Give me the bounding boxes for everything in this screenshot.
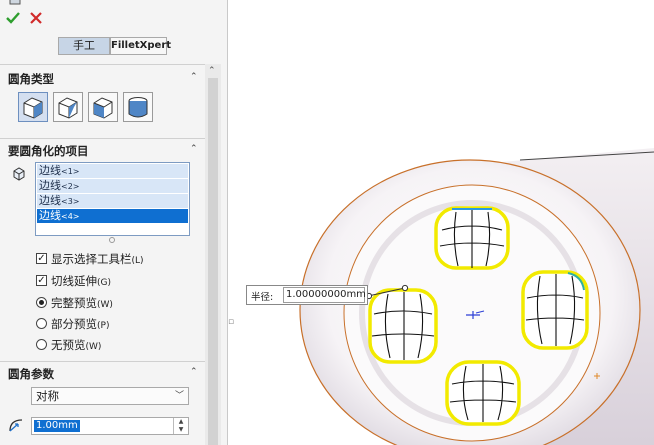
fillet-feature-icon xyxy=(9,0,21,5)
tangent-propagation-checkbox[interactable]: ✓ xyxy=(36,275,47,286)
constant-size-fillet-button[interactable] xyxy=(18,92,48,122)
divider xyxy=(0,361,205,362)
collapse-items-icon[interactable]: ⌃ xyxy=(190,144,198,154)
scrollbar-thumb[interactable] xyxy=(208,78,218,445)
radius-input[interactable]: 1.00mm ▲ ▼ xyxy=(31,417,189,435)
fillet-method-value: 对称 xyxy=(36,389,59,403)
full-round-fillet-button[interactable] xyxy=(123,92,153,122)
panel-splitter-handle[interactable]: ▫ xyxy=(227,305,235,345)
variable-size-fillet-icon xyxy=(58,97,78,119)
collapse-params-icon[interactable]: ⌃ xyxy=(190,367,198,377)
section-title-items-to-fillet: 要圆角化的项目 xyxy=(8,144,89,158)
no-preview-radio[interactable] xyxy=(36,339,47,350)
constant-size-fillet-icon xyxy=(23,97,43,119)
section-title-fillet-type: 圆角类型 xyxy=(8,72,54,86)
tab-manual[interactable]: 手工 xyxy=(58,37,110,55)
collapse-fillet-type-icon[interactable]: ⌃ xyxy=(190,72,198,82)
scroll-up-icon[interactable]: ⌃ xyxy=(208,66,216,76)
radius-spinner[interactable]: ▲ ▼ xyxy=(173,418,188,434)
cancel-button[interactable] xyxy=(30,9,42,28)
full-round-fillet-icon xyxy=(128,97,148,118)
edge-selection-list[interactable]: 边线<1> 边线<2> 边线<3> 边线<4> xyxy=(35,162,190,236)
fillet-pocket-left xyxy=(368,288,438,364)
graphics-viewport[interactable] xyxy=(236,0,654,445)
divider xyxy=(0,64,205,65)
panel-scrollbar[interactable]: ⌃ xyxy=(205,64,221,445)
radius-value: 1.00mm xyxy=(34,420,80,432)
ok-button[interactable] xyxy=(6,9,20,28)
list-item-edge-4[interactable]: 边线<4> xyxy=(37,209,188,223)
partial-preview-radio[interactable] xyxy=(36,318,47,329)
fillet-pocket-top xyxy=(434,206,510,270)
no-preview-label: 无预览(W) xyxy=(51,338,102,352)
list-resize-handle[interactable] xyxy=(109,237,115,243)
section-title-fillet-params: 圆角参数 xyxy=(8,367,54,381)
list-item-edge-1[interactable]: 边线<1> xyxy=(37,164,188,178)
full-preview-radio[interactable] xyxy=(36,297,47,308)
tangent-propagation-label: 切线延伸(G) xyxy=(51,274,111,288)
radius-callout-input[interactable]: 1.00000000mm xyxy=(283,287,366,303)
divider xyxy=(0,138,205,139)
fillet-pocket-bottom xyxy=(445,360,521,426)
list-item-edge-2[interactable]: 边线<2> xyxy=(37,179,188,193)
list-item-edge-3[interactable]: 边线<3> xyxy=(37,194,188,208)
handle-icon: ▫ xyxy=(228,317,235,327)
radius-callout-label: 半径: xyxy=(251,292,274,303)
show-toolbar-checkbox[interactable]: ✓ xyxy=(36,253,47,264)
check-icon xyxy=(6,12,20,24)
model-render xyxy=(299,148,654,445)
radius-callout[interactable]: 半径: 1.00000000mm xyxy=(246,285,368,305)
show-toolbar-label: 显示选择工具栏(L) xyxy=(51,252,144,266)
property-manager-panel: 手工 FilletXpert 圆角类型 ⌃ 要圆角化的项目 ⌃ 边线<1> 边线… xyxy=(0,0,228,445)
fillet-method-select[interactable]: 对称 ﹀ xyxy=(31,387,189,405)
radius-icon xyxy=(9,419,23,432)
partial-preview-label: 部分预览(P) xyxy=(51,317,110,331)
edge-selection-icon xyxy=(13,167,25,181)
tab-filletxpert[interactable]: FilletXpert xyxy=(110,37,171,55)
full-preview-label: 完整预览(W) xyxy=(51,296,113,310)
fillet-pocket-right xyxy=(521,270,589,350)
close-icon xyxy=(30,12,42,24)
variable-size-fillet-button[interactable] xyxy=(53,92,83,122)
chevron-down-icon: ﹀ xyxy=(174,391,184,401)
face-fillet-button[interactable] xyxy=(88,92,118,122)
face-fillet-icon xyxy=(93,97,113,119)
